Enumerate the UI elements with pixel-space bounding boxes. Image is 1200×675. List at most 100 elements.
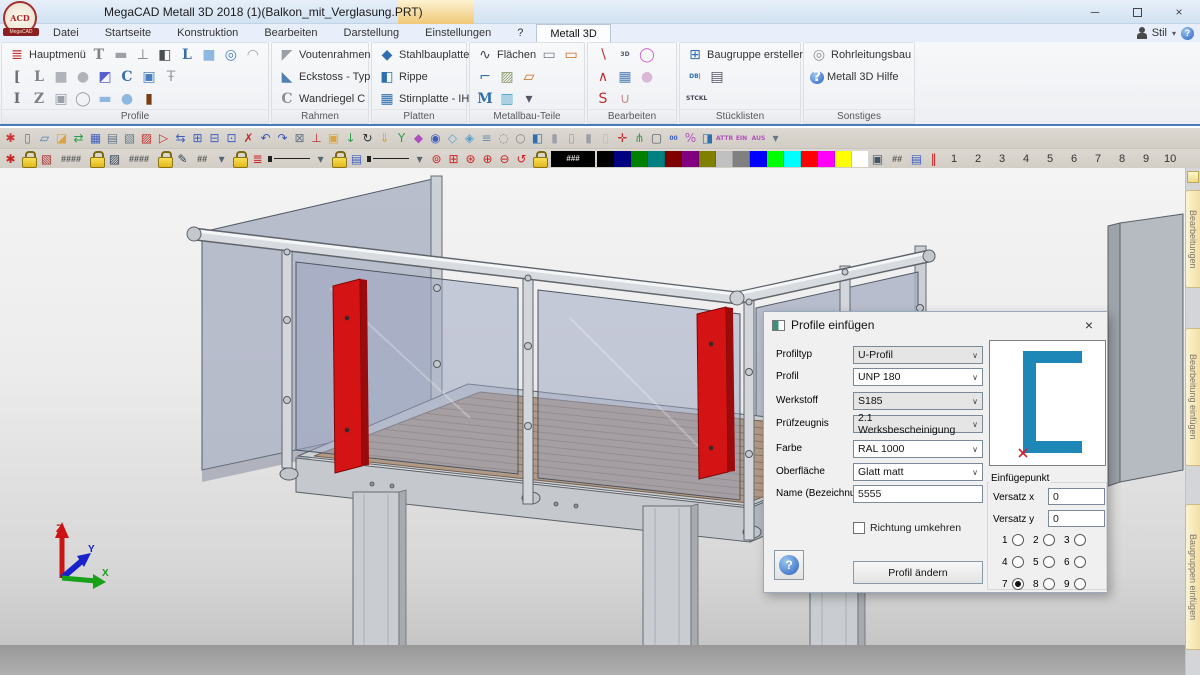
panel-icon[interactable]: ◨ [699, 130, 716, 146]
circle-solid-icon[interactable]: ● [72, 66, 94, 88]
wandriegel-button[interactable]: CWandriegel C [276, 88, 367, 110]
stahlbauplatten-button[interactable]: ◆Stahlbauplatten [376, 44, 477, 66]
tab-baugruppen-einfuegen[interactable]: Baugruppen einfügen [1185, 504, 1200, 650]
aus-icon[interactable]: AUS [750, 130, 767, 146]
dialog-help-button[interactable]: ? [774, 550, 804, 580]
overflow-icon[interactable]: ▾ [767, 130, 784, 146]
drop-point-icon[interactable]: ↓ [342, 130, 359, 146]
group-edit-icon[interactable]: ▨ [106, 151, 123, 167]
ausklinken-icon[interactable]: ▦ [614, 66, 636, 88]
tree-icon[interactable]: ⋔ [631, 130, 648, 146]
insertion-point-radio-7[interactable] [1012, 578, 1024, 590]
linetype-drop-icon[interactable]: ▾ [312, 151, 329, 167]
color-list-icon[interactable]: ▤ [908, 151, 925, 167]
sync-folder-icon[interactable]: ⇄ [70, 130, 87, 146]
color-swatch-6[interactable] [699, 151, 716, 167]
color-swatch-5[interactable] [682, 151, 699, 167]
layer-number-5[interactable]: 5 [1038, 153, 1062, 165]
tab-bearbeitungen[interactable]: Bearbeitungen [1185, 190, 1200, 288]
linetype-preview[interactable] [268, 152, 310, 166]
linewidth-drop-icon[interactable]: ▾ [411, 151, 428, 167]
c-profile-button[interactable]: [ [6, 66, 28, 88]
menu-item-metall-3d[interactable]: Metall 3D [536, 24, 610, 42]
ring-steel-icon[interactable]: ◎ [220, 44, 242, 66]
metall3d-hilfe-button[interactable]: ?Metall 3D Hilfe [808, 66, 901, 88]
print-icon[interactable]: ▤ [104, 130, 121, 146]
l-steel-icon[interactable]: L [176, 44, 198, 66]
stirnplatte-button[interactable]: ▦Stirnplatte - IH [376, 88, 471, 110]
linetype-lock-icon[interactable] [233, 151, 246, 166]
undo-icon[interactable]: ↶ [257, 130, 274, 146]
gelaender-icon[interactable]: M [474, 88, 496, 110]
i-profile-button[interactable]: I [6, 88, 28, 110]
color-swatch-8[interactable] [733, 151, 750, 167]
linewidth-lock-icon[interactable] [332, 151, 345, 166]
help-icon[interactable]: ? [1181, 27, 1194, 40]
globe-icon[interactable]: ◉ [427, 130, 444, 146]
stil-menu[interactable]: Stil [1152, 27, 1167, 39]
erase-icon[interactable]: ✗ [240, 130, 257, 146]
insertion-point-radio-6[interactable] [1074, 556, 1086, 568]
layer-stack-icon[interactable]: ≡ [478, 130, 495, 146]
rahmen-orange-icon[interactable]: ▭ [560, 44, 582, 66]
barrel2-icon[interactable]: ▯ [563, 130, 580, 146]
kreis-magenta-icon[interactable]: ◯ [636, 44, 658, 66]
z-profile-icon[interactable]: Z [28, 88, 50, 110]
print-preview-icon[interactable]: ▧ [121, 130, 138, 146]
name-bezeichnung-input[interactable]: 5555 [853, 485, 983, 503]
copy-page-icon[interactable]: ⊞ [189, 130, 206, 146]
insertion-point-radio-4[interactable] [1012, 556, 1024, 568]
maximize-button[interactable] [1116, 0, 1158, 24]
trapezblech-icon[interactable]: ▨ [496, 66, 518, 88]
rippe-button[interactable]: ◧Rippe [376, 66, 430, 88]
color-swatch-15[interactable] [852, 151, 869, 167]
hauptmenu-button[interactable]: ≣Hauptmenü [6, 44, 88, 66]
insertion-point-radio-2[interactable] [1043, 534, 1055, 546]
color-swatch-11[interactable] [784, 151, 801, 167]
werkstoff-select[interactable]: S185∨ [853, 392, 983, 410]
layer-lock-icon[interactable] [22, 151, 35, 166]
shaded-view-icon[interactable]: ◆ [410, 130, 427, 146]
open-folder-icon[interactable]: ◪ [53, 130, 70, 146]
profil-aendern-button[interactable]: Profil ändern [853, 561, 983, 584]
pen-icon[interactable]: ✎ [174, 151, 191, 167]
zoom-prev-icon[interactable]: ↺ [513, 151, 530, 167]
minimize-button[interactable]: ─ [1074, 0, 1116, 24]
attach-icon[interactable]: ✱ [2, 130, 19, 146]
dialog-close-button[interactable]: × [1079, 317, 1099, 333]
menu-item-datei[interactable]: Datei [40, 24, 92, 42]
profil-3d-icon[interactable]: 3D [614, 44, 636, 66]
circle-steel-icon[interactable]: ● [116, 88, 138, 110]
cylinder-icon[interactable]: ◌ [495, 130, 512, 146]
redraw-icon[interactable]: ✱ [2, 151, 19, 167]
zaun-icon[interactable]: ▥ [496, 88, 518, 110]
transfer-icon[interactable]: ⊡ [223, 130, 240, 146]
open-part-icon[interactable]: ▱ [36, 130, 53, 146]
color-swatch-1[interactable] [614, 151, 631, 167]
color-swatch-2[interactable] [631, 151, 648, 167]
monitor-icon[interactable]: ◧ [529, 130, 546, 146]
tools-grid-icon[interactable]: ⊠ [291, 130, 308, 146]
insertion-point-radio-1[interactable] [1012, 534, 1024, 546]
insertion-point-radio-3[interactable] [1074, 534, 1086, 546]
pen-drop-icon[interactable]: ▾ [213, 151, 230, 167]
hammer-icon[interactable]: ⊥ [308, 130, 325, 146]
ein-icon[interactable]: EIN [733, 130, 750, 146]
layer-number-7[interactable]: 7 [1086, 153, 1110, 165]
export-page-icon[interactable]: ▷ [155, 130, 172, 146]
cube-pair-icon[interactable]: ◈ [461, 130, 478, 146]
versatz-y-input[interactable]: 0 [1048, 510, 1105, 527]
zoom-pan-icon[interactable]: ⊛ [462, 151, 479, 167]
box-select-icon[interactable]: ▣ [325, 130, 342, 146]
wood-beam-icon[interactable]: ▮ [138, 88, 160, 110]
attr-icon[interactable]: ATTR [716, 130, 733, 146]
kantblech-icon[interactable]: ⌐ [474, 66, 496, 88]
tube-round-icon[interactable]: ◯ [72, 88, 94, 110]
screen-color-icon[interactable]: ▣ [869, 151, 886, 167]
saegen-icon[interactable]: ∖ [592, 44, 614, 66]
scale-icon[interactable]: % [682, 130, 699, 146]
zoom-all-icon[interactable]: ⊚ [428, 151, 445, 167]
color-swatch-3[interactable] [648, 151, 665, 167]
insert-down-icon[interactable]: ⇓ [376, 130, 393, 146]
stil-caret-icon[interactable]: ▾ [1172, 29, 1176, 38]
